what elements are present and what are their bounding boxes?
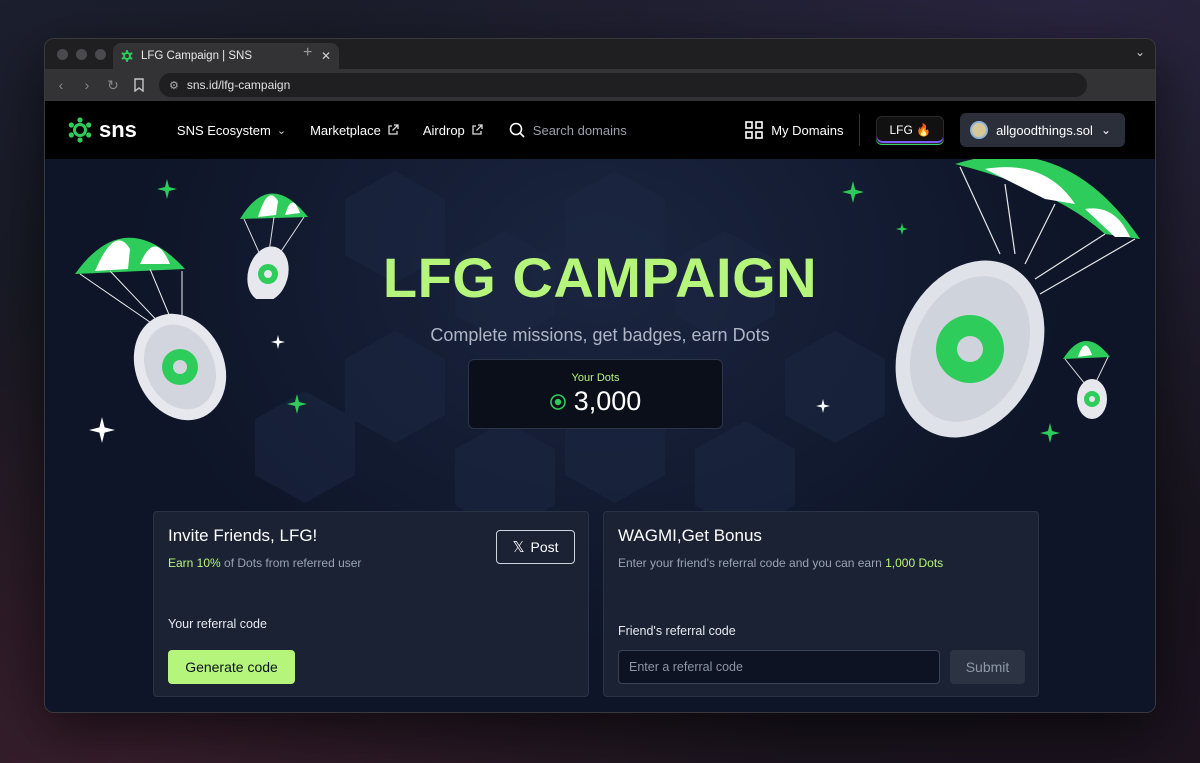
logo-text: sns xyxy=(99,117,137,142)
tab-title: LFG Campaign | SNS xyxy=(141,50,253,62)
site-header: sns SNS Ecosystem ⌄ Marketplace Airdrop … xyxy=(45,101,1155,159)
web-page: sns SNS Ecosystem ⌄ Marketplace Airdrop … xyxy=(45,101,1155,712)
tab-bar: LFG Campaign | SNS ✕ + ⌄ xyxy=(45,39,1155,69)
browser-window: LFG Campaign | SNS ✕ + ⌄ ‹ › ↻ ⚙ sns.id/… xyxy=(44,38,1156,713)
sparkle-icon xyxy=(842,181,864,203)
new-tab-icon[interactable]: + xyxy=(303,44,312,62)
window-controls xyxy=(57,49,106,60)
site-settings-icon[interactable]: ⚙ xyxy=(169,79,179,92)
sns-logo-icon xyxy=(68,117,92,143)
generate-code-button[interactable]: Generate code xyxy=(168,650,295,684)
search-placeholder: Search domains xyxy=(532,122,627,138)
reload-icon[interactable]: ↻ xyxy=(107,77,119,94)
nav-label: Marketplace xyxy=(310,122,381,138)
earn-text: of Dots from referred user xyxy=(224,556,362,570)
wagmi-bonus-card: WAGMI,Get Bonus Enter your friend's refe… xyxy=(603,511,1039,697)
referral-code-label: Your referral code xyxy=(168,617,267,631)
my-domains-link[interactable]: My Domains xyxy=(745,114,861,146)
wallet-button[interactable]: allgoodthings.sol ⌄ xyxy=(960,113,1125,147)
external-link-icon xyxy=(472,124,483,135)
friend-referral-label: Friend's referral code xyxy=(618,624,736,638)
sparkle-icon xyxy=(816,399,830,413)
avatar xyxy=(970,121,989,139)
dots-value-row: 3,000 xyxy=(469,386,722,417)
dots-label: Your Dots xyxy=(571,372,620,384)
sns-favicon-icon xyxy=(121,50,133,62)
referral-input-placeholder: Enter a referral code xyxy=(629,660,743,674)
forward-icon[interactable]: › xyxy=(81,77,93,93)
maximize-window-button[interactable] xyxy=(95,49,106,60)
bonus-description: Enter your friend's referral code and yo… xyxy=(618,556,1024,570)
external-link-icon xyxy=(388,124,399,135)
nav-airdrop[interactable]: Airdrop xyxy=(423,123,483,138)
url-field[interactable]: ⚙ sns.id/lfg-campaign xyxy=(159,73,1087,97)
lfg-button[interactable]: LFG 🔥 xyxy=(876,116,945,144)
bonus-highlight: 1,000 Dots xyxy=(885,556,944,570)
chevron-down-icon: ⌄ xyxy=(276,124,287,137)
bonus-title: WAGMI,Get Bonus xyxy=(618,526,762,545)
sns-logo[interactable]: sns xyxy=(67,117,137,143)
page-title: LFG CAMPAIGN xyxy=(382,246,818,309)
post-on-x-button[interactable]: 𝕏 Post xyxy=(496,530,575,564)
invite-friends-card: Invite Friends, LFG! Earn 10% of Dots fr… xyxy=(153,511,589,697)
url-text: sns.id/lfg-campaign xyxy=(186,78,291,92)
bookmark-icon[interactable] xyxy=(133,78,145,92)
sparkle-icon xyxy=(287,394,307,414)
back-icon[interactable]: ‹ xyxy=(55,77,67,93)
minimize-window-button[interactable] xyxy=(76,49,87,60)
submit-button[interactable]: Submit xyxy=(950,650,1025,684)
close-window-button[interactable] xyxy=(57,49,68,60)
close-tab-icon[interactable]: ✕ xyxy=(321,49,331,63)
x-logo-icon: 𝕏 xyxy=(512,539,525,556)
dots-value: 3,000 xyxy=(573,386,642,416)
dot-coin-icon xyxy=(549,393,566,410)
wallet-name: allgoodthings.sol xyxy=(996,122,1093,138)
page-subtitle: Complete missions, get badges, earn Dots xyxy=(430,325,770,345)
tab-list-chevron-icon[interactable]: ⌄ xyxy=(1135,45,1145,59)
sparkle-icon xyxy=(157,179,177,199)
bonus-desc-text: Enter your friend's referral code and yo… xyxy=(618,556,882,570)
nav-sns-ecosystem[interactable]: SNS Ecosystem ⌄ xyxy=(177,123,286,138)
nav-marketplace[interactable]: Marketplace xyxy=(310,123,399,138)
search-icon xyxy=(509,122,525,138)
chevron-down-icon: ⌄ xyxy=(1100,123,1111,137)
sparkle-icon xyxy=(896,223,908,235)
sparkle-icon xyxy=(89,417,115,443)
hero-section: LFG CAMPAIGN Complete missions, get badg… xyxy=(45,159,1155,712)
dots-balance-card: Your Dots 3,000 xyxy=(468,359,723,429)
earn-highlight: Earn 10% xyxy=(168,556,221,570)
header-right: My Domains LFG 🔥 allgoodthings.sol ⌄ xyxy=(745,101,1125,159)
post-label: Post xyxy=(530,539,559,555)
nav-label: SNS Ecosystem xyxy=(176,122,271,138)
address-bar-row: ‹ › ↻ ⚙ sns.id/lfg-campaign xyxy=(45,69,1155,101)
my-domains-label: My Domains xyxy=(771,122,844,138)
grid-icon xyxy=(745,121,764,139)
domain-search[interactable]: Search domains xyxy=(509,122,627,138)
referral-code-input[interactable]: Enter a referral code xyxy=(618,650,940,684)
nav-label: Airdrop xyxy=(422,122,465,138)
sparkle-icon xyxy=(1040,423,1060,443)
